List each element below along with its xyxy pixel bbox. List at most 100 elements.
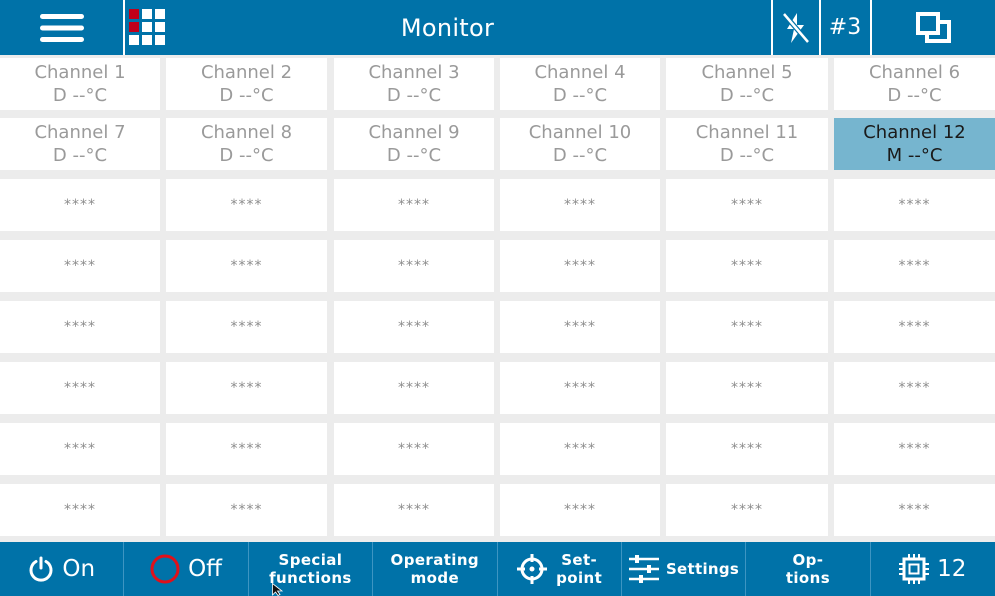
empty-channel-slot[interactable]: **** xyxy=(500,301,660,353)
empty-channel-slot[interactable]: **** xyxy=(666,179,828,231)
empty-channel-slot[interactable]: **** xyxy=(334,484,494,536)
channels-button[interactable]: 12 xyxy=(871,542,995,596)
empty-slot-placeholder: **** xyxy=(230,501,263,518)
empty-slot-placeholder: **** xyxy=(398,440,430,457)
empty-channel-slot[interactable]: **** xyxy=(166,240,327,292)
mouse-cursor-icon xyxy=(272,583,284,596)
flash-toggle-button[interactable] xyxy=(773,0,818,55)
channel-name: Channel 11 xyxy=(695,122,799,143)
empty-channel-slot[interactable]: **** xyxy=(166,484,327,536)
empty-slot-placeholder: **** xyxy=(898,318,931,335)
empty-slot-placeholder: **** xyxy=(898,196,931,213)
empty-channel-slot[interactable]: **** xyxy=(834,484,995,536)
empty-channel-slot[interactable]: **** xyxy=(500,179,660,231)
empty-channel-slot[interactable]: **** xyxy=(666,423,828,475)
empty-channel-slot[interactable]: **** xyxy=(0,423,160,475)
empty-channel-slot[interactable]: **** xyxy=(500,484,660,536)
empty-slot-placeholder: **** xyxy=(564,379,596,396)
channel-indicator[interactable]: #3 xyxy=(821,0,869,55)
settings-button[interactable]: Settings xyxy=(622,542,747,596)
empty-channel-slot[interactable]: **** xyxy=(834,301,995,353)
empty-channel-slot[interactable]: **** xyxy=(666,240,828,292)
empty-slot-placeholder: **** xyxy=(731,501,763,518)
empty-channel-slot[interactable]: **** xyxy=(834,362,995,414)
channel-tile[interactable]: Channel 2D --°C xyxy=(166,58,327,110)
channel-tile[interactable]: Channel 1D --°C xyxy=(0,58,160,110)
setpoint-label: Set- xyxy=(561,551,598,569)
channel-tile[interactable]: Channel 5D --°C xyxy=(666,58,828,110)
operating-mode-button[interactable]: Operating mode xyxy=(373,542,498,596)
channel-tile[interactable]: Channel 9D --°C xyxy=(334,118,494,170)
empty-slot-placeholder: **** xyxy=(64,318,96,335)
menu-button[interactable] xyxy=(0,0,123,55)
empty-channel-slot[interactable]: **** xyxy=(334,362,494,414)
empty-slot-placeholder: **** xyxy=(398,257,430,274)
top-bar: Monitor #3 xyxy=(0,0,995,55)
off-button[interactable]: Off xyxy=(124,542,249,596)
channel-tile[interactable]: Channel 8D --°C xyxy=(166,118,327,170)
empty-slot-placeholder: **** xyxy=(731,196,763,213)
channel-value: D --°C xyxy=(552,85,608,106)
empty-slot-placeholder: **** xyxy=(898,379,931,396)
page-title: Monitor xyxy=(400,13,495,42)
windows-button[interactable] xyxy=(872,0,995,55)
empty-slot-placeholder: **** xyxy=(64,379,96,396)
channel-value: D --°C xyxy=(52,145,108,166)
setpoint-button[interactable]: Set- point xyxy=(498,542,622,596)
empty-slot-placeholder: **** xyxy=(898,440,931,457)
empty-channel-slot[interactable]: **** xyxy=(834,423,995,475)
sliders-icon xyxy=(628,555,659,583)
crosshair-icon xyxy=(517,554,548,584)
empty-slot-placeholder: **** xyxy=(398,379,430,396)
on-button[interactable]: On xyxy=(0,542,125,596)
channel-tile[interactable]: Channel 7D --°C xyxy=(0,118,160,170)
empty-channel-slot[interactable]: **** xyxy=(334,179,494,231)
channel-value: D --°C xyxy=(219,145,274,166)
empty-channel-slot[interactable]: **** xyxy=(834,240,995,292)
channel-value: D --°C xyxy=(219,85,274,106)
empty-slot-placeholder: **** xyxy=(230,379,263,396)
special-functions-button[interactable]: Special functions xyxy=(249,542,374,596)
flash-off-icon xyxy=(781,11,810,44)
hamburger-icon xyxy=(39,13,84,42)
empty-channel-slot[interactable]: **** xyxy=(166,179,327,231)
empty-slot-placeholder: **** xyxy=(731,379,763,396)
empty-slot-placeholder: **** xyxy=(230,257,263,274)
channel-tile[interactable]: Channel 10 D --°C xyxy=(500,118,660,170)
empty-channel-slot[interactable]: **** xyxy=(0,179,160,231)
empty-channel-slot[interactable]: **** xyxy=(666,362,828,414)
empty-channel-slot[interactable]: **** xyxy=(500,423,660,475)
empty-slot-placeholder: **** xyxy=(230,318,263,335)
channel-count: 12 xyxy=(937,556,967,582)
options-label: Op- xyxy=(792,551,824,569)
channel-name: Channel 7 xyxy=(34,122,126,143)
empty-channel-slot[interactable]: **** xyxy=(0,240,160,292)
empty-channel-slot[interactable]: **** xyxy=(0,301,160,353)
options-button[interactable]: Op- tions xyxy=(746,542,871,596)
circle-icon xyxy=(150,554,180,584)
empty-channel-slot[interactable]: **** xyxy=(334,301,494,353)
empty-channel-slot[interactable]: **** xyxy=(0,484,160,536)
empty-channel-slot[interactable]: **** xyxy=(834,179,995,231)
empty-channel-slot[interactable]: **** xyxy=(166,301,327,353)
empty-channel-slot[interactable]: **** xyxy=(166,423,327,475)
channel-tile[interactable]: Channel 6D --°C xyxy=(834,58,995,110)
channel-tile[interactable]: Channel 3D --°C xyxy=(334,58,494,110)
overview-button[interactable] xyxy=(126,0,170,55)
empty-channel-slot[interactable]: **** xyxy=(666,484,828,536)
channel-tile[interactable]: Channel 11 D --°C xyxy=(666,118,828,170)
empty-slot-placeholder: **** xyxy=(731,257,763,274)
empty-channel-slot[interactable]: **** xyxy=(500,240,660,292)
empty-channel-slot[interactable]: **** xyxy=(166,362,327,414)
empty-channel-slot[interactable]: **** xyxy=(334,423,494,475)
channel-tile[interactable]: Channel 4D --°C xyxy=(500,58,660,110)
options-label: tions xyxy=(785,569,831,587)
empty-channel-slot[interactable]: **** xyxy=(500,362,660,414)
channel-tile[interactable]: Channel 12 M --°C xyxy=(834,118,995,170)
empty-slot-placeholder: **** xyxy=(731,318,763,335)
channel-value: D --°C xyxy=(719,85,775,106)
empty-channel-slot[interactable]: **** xyxy=(0,362,160,414)
empty-channel-slot[interactable]: **** xyxy=(666,301,828,353)
empty-slot-placeholder: **** xyxy=(230,196,263,213)
empty-channel-slot[interactable]: **** xyxy=(334,240,494,292)
